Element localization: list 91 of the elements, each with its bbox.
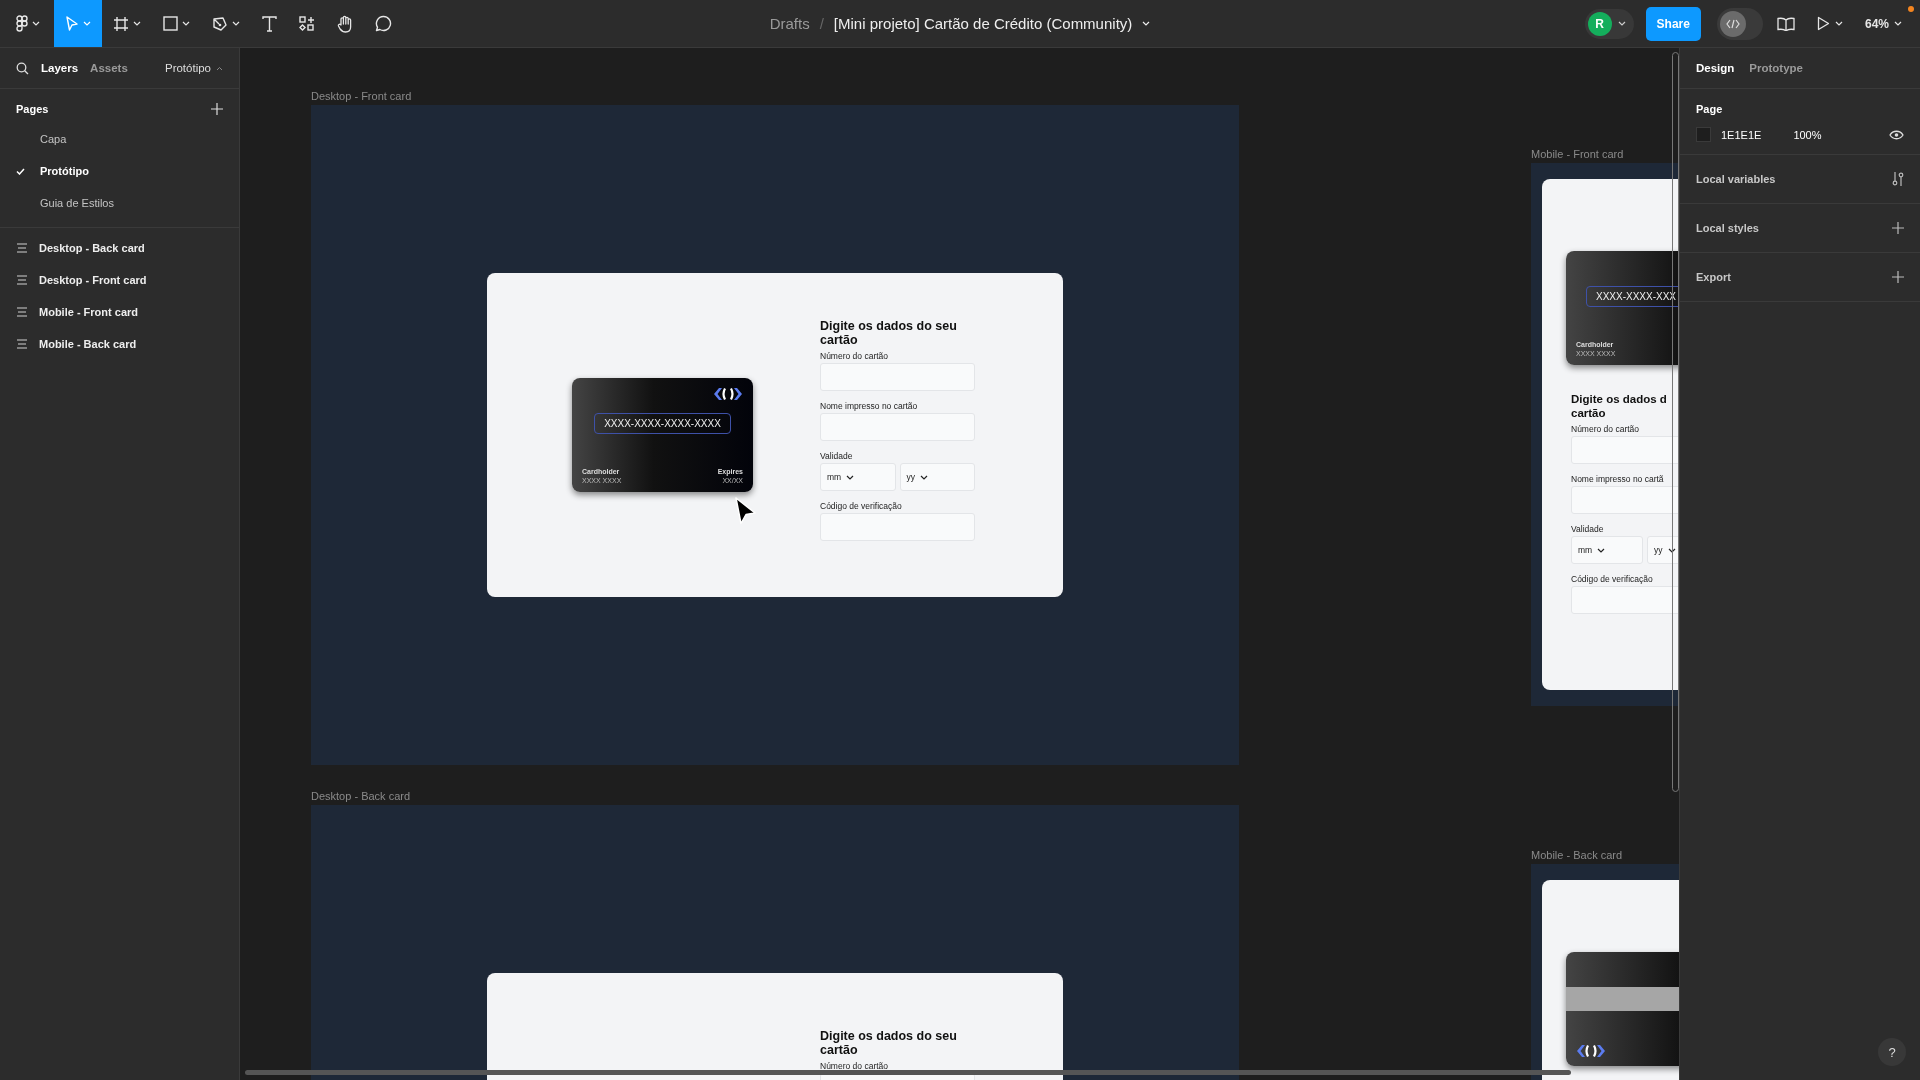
search-icon[interactable] (16, 61, 29, 75)
year-select: yy (1647, 536, 1679, 564)
breadcrumb-link[interactable]: Drafts (769, 15, 810, 32)
checkmark-icon (16, 168, 25, 175)
rectangle-icon (163, 16, 178, 31)
help-button[interactable]: ? (1878, 1038, 1906, 1066)
code-icon (1725, 18, 1740, 29)
field-label: Número do cartão (820, 351, 890, 361)
chevron-icon (1667, 547, 1676, 553)
chevron-icon (1834, 21, 1843, 26)
text-tool-icon (262, 15, 277, 32)
chevron-icon (83, 21, 91, 26)
canvas[interactable] (240, 48, 1679, 1080)
field-label: Nome impresso no cartã (1571, 474, 1665, 484)
month-select: mm (820, 463, 896, 491)
card-number: XXXX-XXXX-XXX (1586, 286, 1679, 307)
zoom-menu[interactable]: 64% (1856, 10, 1910, 37)
field-label: Validade (820, 451, 854, 461)
year-select: yy (899, 463, 975, 491)
section-heading: Page (1696, 103, 1724, 115)
add-icon[interactable] (1892, 222, 1904, 234)
section-heading: Local styles (1696, 222, 1759, 234)
month-select: mm (1571, 536, 1643, 564)
section-heading: Export (1696, 271, 1731, 283)
field-label: Validade (1571, 524, 1605, 534)
cursor-icon (734, 496, 758, 526)
frame-icon (113, 15, 129, 32)
color-value[interactable]: 1E1E1E (1721, 128, 1762, 141)
dev-mode-toggle[interactable] (1716, 7, 1763, 40)
chevron-icon (1142, 21, 1151, 26)
layer-item[interactable]: Mobile - Back card (0, 328, 239, 360)
frame-label[interactable]: Desktop - Front card (311, 90, 412, 102)
field-label: Número do cartão (820, 1061, 890, 1071)
field-label: Número do cartão (1571, 424, 1641, 434)
notification-dot (1908, 6, 1914, 12)
frame-label[interactable]: Mobile - Front card (1531, 148, 1624, 160)
page-item[interactable]: Guia de Estilos (0, 187, 239, 219)
chevron-icon (1894, 21, 1902, 26)
logo-icon (713, 387, 743, 401)
sliders-icon[interactable] (1892, 172, 1904, 186)
layer-item[interactable]: Desktop - Front card (0, 264, 239, 296)
card-number: XXXX-XXXX-XXXX-XXXX (594, 413, 731, 434)
form-title: Digite os dados do seu cartão (820, 1029, 958, 1057)
opacity-value[interactable]: 100% (1793, 128, 1822, 141)
cursor-icon (65, 15, 79, 32)
add-icon[interactable] (1892, 271, 1904, 283)
chevron-icon (846, 474, 855, 480)
frame-layer-icon (17, 243, 27, 253)
play-icon (1816, 16, 1830, 31)
chevron-icon (133, 21, 141, 26)
chevron-icon (1597, 547, 1606, 553)
panel-tab[interactable]: Prototype (1749, 62, 1803, 74)
frame-label[interactable]: Mobile - Back card (1531, 849, 1623, 861)
actions-icon (299, 15, 315, 32)
frame-layer-icon (17, 307, 27, 317)
section-heading: Local variables (1696, 173, 1776, 185)
color-swatch[interactable] (1696, 127, 1711, 142)
breadcrumb-separator: / (819, 15, 824, 32)
chevron-icon (232, 21, 240, 26)
field-label: Código de verificação (820, 501, 903, 511)
field-label: Nome impresso no cartão (820, 401, 919, 411)
frame-label[interactable]: Desktop - Back card (311, 790, 411, 802)
frame-layer-icon (17, 275, 27, 285)
chevron-icon (216, 65, 223, 71)
hand-icon (337, 14, 353, 33)
file-title[interactable]: [Mini projeto] Cartão de Crédito (Community) (833, 15, 1151, 32)
pen-icon (212, 15, 228, 32)
panel-tab[interactable]: Assets (90, 62, 128, 74)
chevron-icon (32, 21, 40, 26)
form-title: Digite os dados d cartão (1571, 392, 1668, 420)
chevron-icon (1617, 21, 1626, 26)
panel-tab[interactable]: Design (1696, 62, 1735, 74)
logo-icon (1576, 1044, 1606, 1058)
pages-heading: Pages (16, 103, 49, 115)
layer-item[interactable]: Mobile - Front card (0, 296, 239, 328)
chevron-icon (182, 21, 190, 26)
eye-icon[interactable] (1889, 129, 1904, 140)
scrollbar[interactable] (245, 1070, 1571, 1075)
main-menu-icon (16, 15, 28, 32)
field-label: Código de verificação (1571, 574, 1654, 584)
chevron-icon (920, 474, 928, 480)
panel-tab[interactable]: Layers (41, 62, 79, 74)
book-icon (1776, 16, 1795, 31)
comment-icon (375, 15, 392, 32)
form-title: Digite os dados do seu cartão (820, 319, 958, 347)
page-switcher[interactable]: Protótipo (164, 62, 223, 74)
frame-layer-icon (17, 339, 27, 349)
add-icon[interactable] (211, 103, 223, 115)
page-item[interactable]: Capa (0, 123, 239, 155)
layer-item[interactable]: Desktop - Back card (0, 232, 239, 264)
page-item[interactable]: Protótipo (0, 155, 239, 187)
